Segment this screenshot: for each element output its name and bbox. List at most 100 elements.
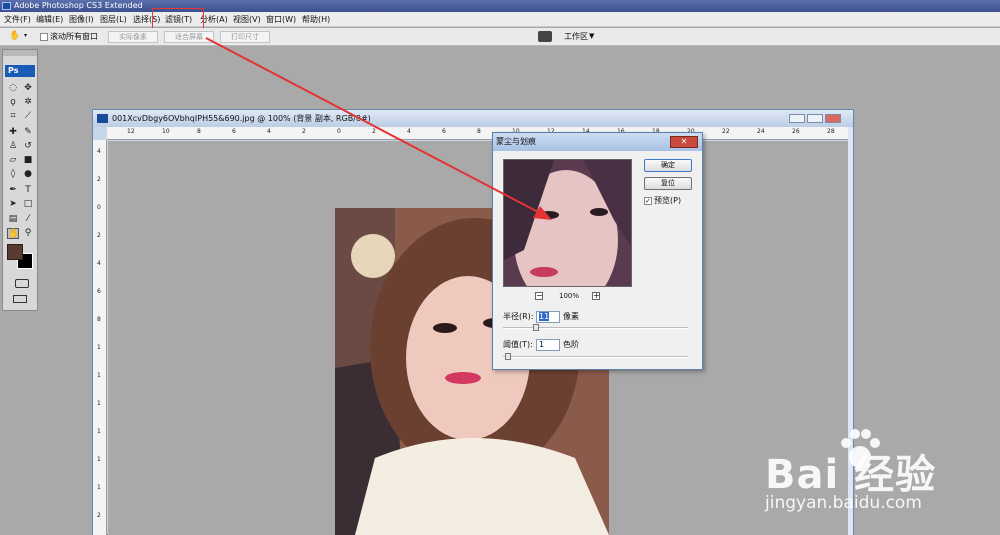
lasso-tool-icon[interactable]: ϙ: [7, 97, 19, 108]
scroll-all-windows-checkbox[interactable]: [40, 33, 48, 41]
hand-tool-icon[interactable]: ✋: [7, 228, 19, 239]
menu-bar: 文件(F) 编辑(E) 图像(I) 图层(L) 选择(S) 滤镜(T) 分析(A…: [0, 12, 1000, 27]
h-ruler-tick-label: 6: [232, 128, 236, 135]
watermark-site: jingyan.baidu.com: [765, 493, 922, 513]
ok-button[interactable]: 确定: [644, 159, 692, 172]
document-title: 001XcvDbgy6OVbhqIPH55&690.jpg @ 100% (背景…: [112, 114, 371, 123]
quick-mask-icon[interactable]: [15, 279, 29, 288]
menu-edit[interactable]: 编辑(E): [36, 14, 63, 25]
h-ruler-tick-label: 24: [757, 128, 765, 135]
history-brush-tool-icon[interactable]: ↺: [22, 141, 34, 152]
threshold-slider-track[interactable]: [503, 356, 688, 358]
document-title-bar[interactable]: 001XcvDbgy6OVbhqIPH55&690.jpg @ 100% (背景…: [93, 110, 853, 127]
threshold-label: 阈值(T):: [503, 340, 533, 349]
v-ruler-tick-label: 1: [97, 344, 101, 351]
h-ruler-tick-label: 6: [442, 128, 446, 135]
h-ruler-tick-label: 4: [407, 128, 411, 135]
v-ruler-tick-label: 1: [97, 428, 101, 435]
v-ruler-tick-label: 8: [97, 316, 101, 323]
dodge-tool-icon[interactable]: ●: [22, 169, 34, 180]
radius-input[interactable]: 11: [536, 311, 560, 323]
h-ruler-tick-label: 8: [477, 128, 481, 135]
menu-help[interactable]: 帮助(H): [302, 14, 330, 25]
zoom-tool-icon[interactable]: ⚲: [22, 228, 34, 239]
actual-pixels-button[interactable]: 实际像素: [108, 31, 158, 43]
threshold-unit: 色阶: [563, 340, 579, 349]
healing-brush-tool-icon[interactable]: ✚: [7, 127, 19, 138]
h-ruler-tick-label: 4: [267, 128, 271, 135]
minimize-button[interactable]: [789, 114, 805, 123]
hand-tool-icon[interactable]: ✋: [9, 31, 21, 42]
app-title: Adobe Photoshop CS3 Extended: [14, 1, 143, 10]
toolbox: Ps ◌ ✥ ϙ ✲ ⌗ ⟋ ✚ ✎ ♙ ↺ ▱ ■ ◊ ● ✒ T ➤ □ ▤…: [2, 49, 38, 311]
app-title-bar: Adobe Photoshop CS3 Extended: [0, 0, 1000, 12]
v-ruler-tick-label: 1: [97, 372, 101, 379]
notes-tool-icon[interactable]: ▤: [7, 214, 19, 225]
menu-file[interactable]: 文件(F): [4, 14, 31, 25]
v-ruler-tick-label: 0: [97, 204, 101, 211]
pen-tool-icon[interactable]: ✒: [7, 185, 19, 196]
path-selection-tool-icon[interactable]: ➤: [7, 199, 19, 210]
type-tool-icon[interactable]: T: [22, 185, 34, 196]
slice-tool-icon[interactable]: ⟋: [22, 111, 34, 122]
print-size-button[interactable]: 打印尺寸: [220, 31, 270, 43]
h-ruler-tick-label: 22: [722, 128, 730, 135]
menu-view[interactable]: 视图(V): [233, 14, 261, 25]
threshold-slider-thumb[interactable]: [505, 353, 511, 360]
blur-tool-icon[interactable]: ◊: [7, 169, 19, 180]
dust-and-scratches-dialog: 蒙尘与划痕 ✕ 确定 复位 ✓ 预览(P) − 100% + 半径(R): 11…: [492, 132, 703, 370]
preview-checkbox[interactable]: ✓: [644, 197, 652, 205]
preview-label: 预览(P): [654, 196, 682, 205]
move-tool-icon[interactable]: ✥: [22, 83, 34, 94]
h-ruler-tick-label: 10: [162, 128, 170, 135]
menu-analysis[interactable]: 分析(A): [200, 14, 228, 25]
tool-preset-dropdown-icon[interactable]: ▾: [24, 32, 27, 39]
toolbox-grip[interactable]: [3, 50, 37, 56]
radius-slider-track[interactable]: [503, 327, 688, 329]
h-ruler-tick-label: 12: [127, 128, 135, 135]
h-ruler-tick-label: 0: [337, 128, 341, 135]
foreground-color-swatch[interactable]: [7, 244, 23, 260]
h-ruler-tick-label: 26: [792, 128, 800, 135]
vertical-ruler: 4 2 0 2 4 6 8 1 1 1 1 1 1 2: [93, 140, 107, 535]
v-ruler-tick-label: 4: [97, 260, 101, 267]
workspace-dropdown-icon[interactable]: ▼: [589, 31, 594, 42]
eraser-tool-icon[interactable]: ▱: [7, 155, 19, 166]
eyedropper-tool-icon[interactable]: ⁄: [22, 214, 34, 225]
reset-button[interactable]: 复位: [644, 177, 692, 190]
menu-window[interactable]: 窗口(W): [266, 14, 296, 25]
h-ruler-tick-label: 28: [827, 128, 835, 135]
preview-face-drawing: [504, 160, 631, 286]
v-ruler-tick-label: 2: [97, 176, 101, 183]
baidu-jingyan-watermark: Bai 经验 jingyan.baidu.com: [757, 420, 987, 520]
v-ruler-tick-label: 6: [97, 288, 101, 295]
marquee-tool-icon[interactable]: ◌: [7, 83, 19, 94]
h-ruler-tick-label: 8: [197, 128, 201, 135]
rectangle-tool-icon[interactable]: □: [22, 199, 34, 210]
zoom-out-button[interactable]: −: [535, 292, 543, 300]
menu-image[interactable]: 图像(I): [69, 14, 94, 25]
filter-preview[interactable]: [503, 159, 632, 287]
bridge-camera-icon[interactable]: [538, 31, 552, 42]
zoom-in-button[interactable]: +: [592, 292, 600, 300]
dialog-title-bar[interactable]: 蒙尘与划痕 ✕: [493, 133, 702, 151]
brush-tool-icon[interactable]: ✎: [22, 127, 34, 138]
preview-zoom-level: 100%: [559, 292, 580, 300]
v-ruler-tick-label: 1: [97, 484, 101, 491]
magic-wand-tool-icon[interactable]: ✲: [22, 97, 34, 108]
crop-tool-icon[interactable]: ⌗: [7, 111, 19, 122]
screen-mode-icon[interactable]: [13, 295, 27, 303]
menu-layer[interactable]: 图层(L): [100, 14, 127, 25]
fit-screen-button[interactable]: 适合屏幕: [164, 31, 214, 43]
dialog-title: 蒙尘与划痕: [496, 137, 536, 146]
threshold-input[interactable]: 1: [536, 339, 560, 351]
radius-slider-thumb[interactable]: [533, 324, 539, 331]
close-document-button[interactable]: [825, 114, 841, 123]
gradient-tool-icon[interactable]: ■: [22, 155, 34, 166]
close-icon[interactable]: ✕: [670, 136, 698, 148]
workspace-menu[interactable]: 工作区: [564, 31, 588, 42]
maximize-button[interactable]: [807, 114, 823, 123]
v-ruler-tick-label: 2: [97, 512, 101, 519]
radius-label: 半径(R):: [503, 312, 534, 321]
clone-stamp-tool-icon[interactable]: ♙: [7, 141, 19, 152]
